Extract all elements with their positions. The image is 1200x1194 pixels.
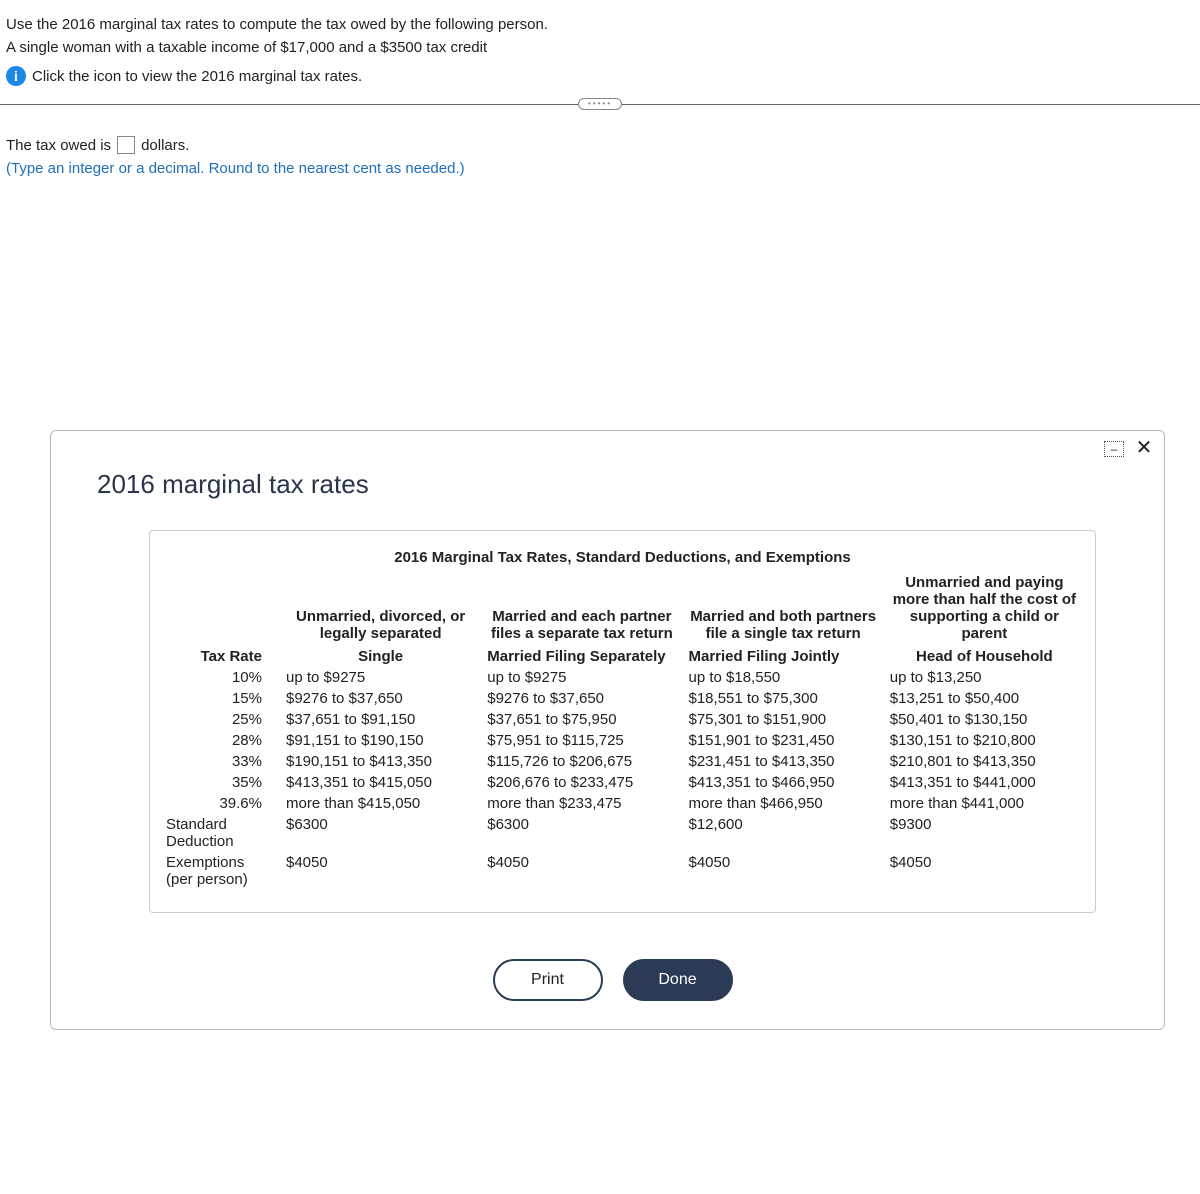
- cell-mfj: $151,901 to $231,450: [683, 730, 884, 751]
- cell-hoh: $210,801 to $413,350: [884, 751, 1085, 772]
- col-desc-mfj: Married and both partners file a single …: [683, 572, 884, 646]
- cell-mfs: up to $9275: [481, 667, 682, 688]
- cell-single: $37,651 to $91,150: [280, 709, 481, 730]
- cell-mfs: $115,726 to $206,675: [481, 751, 682, 772]
- cell-mfs: $206,676 to $233,475: [481, 772, 682, 793]
- col-desc-hoh: Unmarried and paying more than half the …: [884, 572, 1085, 646]
- std-single: $6300: [280, 814, 481, 852]
- cell-mfj: $413,351 to $466,950: [683, 772, 884, 793]
- modal-title: 2016 marginal tax rates: [97, 469, 1136, 500]
- cell-hoh: more than $441,000: [884, 793, 1085, 814]
- tax-rates-modal: – ✕ 2016 marginal tax rates 2016 Margina…: [50, 430, 1165, 1030]
- info-text[interactable]: Click the icon to view the 2016 marginal…: [32, 68, 362, 85]
- tax-owed-input[interactable]: [117, 136, 135, 154]
- ex-mfs: $4050: [481, 852, 682, 890]
- minimize-icon[interactable]: –: [1104, 441, 1124, 457]
- drag-handle-icon[interactable]: •••••: [578, 98, 622, 110]
- table-row: 10%up to $9275up to $9275up to $18,550up…: [160, 667, 1085, 688]
- cell-mfs: $37,651 to $75,950: [481, 709, 682, 730]
- answer-prefix: The tax owed is: [6, 137, 111, 154]
- hdr-rate: Tax Rate: [160, 646, 280, 667]
- question-block: Use the 2016 marginal tax rates to compu…: [0, 0, 1200, 86]
- print-button[interactable]: Print: [493, 959, 603, 1001]
- cell-single: more than $415,050: [280, 793, 481, 814]
- table-row: 25%$37,651 to $91,150$37,651 to $75,950$…: [160, 709, 1085, 730]
- cell-rate: 28%: [160, 730, 280, 751]
- close-icon[interactable]: ✕: [1134, 439, 1154, 459]
- ex-single: $4050: [280, 852, 481, 890]
- section-divider: •••••: [0, 98, 1200, 112]
- cell-hoh: $413,351 to $441,000: [884, 772, 1085, 793]
- std-deduction-label: Standard Deduction: [160, 814, 280, 852]
- ex-mfj: $4050: [683, 852, 884, 890]
- cell-rate: 35%: [160, 772, 280, 793]
- exemptions-row: Exemptions (per person) $4050 $4050 $405…: [160, 852, 1085, 890]
- hdr-single: Single: [280, 646, 481, 667]
- hdr-mfj: Married Filing Jointly: [683, 646, 884, 667]
- table-row: 28%$91,151 to $190,150$75,951 to $115,72…: [160, 730, 1085, 751]
- table-row: 15%$9276 to $37,650$9276 to $37,650$18,5…: [160, 688, 1085, 709]
- std-mfs: $6300: [481, 814, 682, 852]
- done-button[interactable]: Done: [623, 959, 733, 1001]
- answer-block: The tax owed is dollars. (Type an intege…: [0, 120, 1200, 177]
- cell-hoh: $130,151 to $210,800: [884, 730, 1085, 751]
- cell-mfj: up to $18,550: [683, 667, 884, 688]
- cell-mfj: more than $466,950: [683, 793, 884, 814]
- question-line-1: Use the 2016 marginal tax rates to compu…: [6, 16, 1194, 33]
- table-desc-row: Unmarried, divorced, or legally separate…: [160, 572, 1085, 646]
- cell-mfs: $9276 to $37,650: [481, 688, 682, 709]
- table-caption: 2016 Marginal Tax Rates, Standard Deduct…: [160, 549, 1085, 566]
- table-row: 39.6%more than $415,050more than $233,47…: [160, 793, 1085, 814]
- table-header-row: Tax Rate Single Married Filing Separatel…: [160, 646, 1085, 667]
- cell-single: up to $9275: [280, 667, 481, 688]
- cell-single: $91,151 to $190,150: [280, 730, 481, 751]
- cell-single: $190,151 to $413,350: [280, 751, 481, 772]
- cell-hoh: $50,401 to $130,150: [884, 709, 1085, 730]
- table-row: 35%$413,351 to $415,050$206,676 to $233,…: [160, 772, 1085, 793]
- hdr-mfs: Married Filing Separately: [481, 646, 682, 667]
- table-row: 33%$190,151 to $413,350$115,726 to $206,…: [160, 751, 1085, 772]
- cell-rate: 33%: [160, 751, 280, 772]
- cell-rate: 10%: [160, 667, 280, 688]
- cell-rate: 25%: [160, 709, 280, 730]
- cell-mfs: $75,951 to $115,725: [481, 730, 682, 751]
- col-desc-single: Unmarried, divorced, or legally separate…: [280, 572, 481, 646]
- std-deduction-row: Standard Deduction $6300 $6300 $12,600 $…: [160, 814, 1085, 852]
- question-line-2: A single woman with a taxable income of …: [6, 39, 1194, 56]
- answer-hint: (Type an integer or a decimal. Round to …: [6, 160, 1194, 177]
- ex-hoh: $4050: [884, 852, 1085, 890]
- cell-rate: 15%: [160, 688, 280, 709]
- cell-mfj: $231,451 to $413,350: [683, 751, 884, 772]
- cell-hoh: up to $13,250: [884, 667, 1085, 688]
- cell-mfj: $75,301 to $151,900: [683, 709, 884, 730]
- cell-single: $413,351 to $415,050: [280, 772, 481, 793]
- cell-hoh: $13,251 to $50,400: [884, 688, 1085, 709]
- cell-mfj: $18,551 to $75,300: [683, 688, 884, 709]
- hdr-hoh: Head of Household: [884, 646, 1085, 667]
- cell-mfs: more than $233,475: [481, 793, 682, 814]
- info-icon[interactable]: i: [6, 66, 26, 86]
- std-mfj: $12,600: [683, 814, 884, 852]
- answer-suffix: dollars.: [141, 137, 189, 154]
- tax-table: Unmarried, divorced, or legally separate…: [160, 572, 1085, 890]
- tax-table-container: 2016 Marginal Tax Rates, Standard Deduct…: [149, 530, 1096, 913]
- cell-rate: 39.6%: [160, 793, 280, 814]
- cell-single: $9276 to $37,650: [280, 688, 481, 709]
- exemptions-label: Exemptions (per person): [160, 852, 280, 890]
- std-hoh: $9300: [884, 814, 1085, 852]
- col-desc-mfs: Married and each partner files a separat…: [481, 572, 682, 646]
